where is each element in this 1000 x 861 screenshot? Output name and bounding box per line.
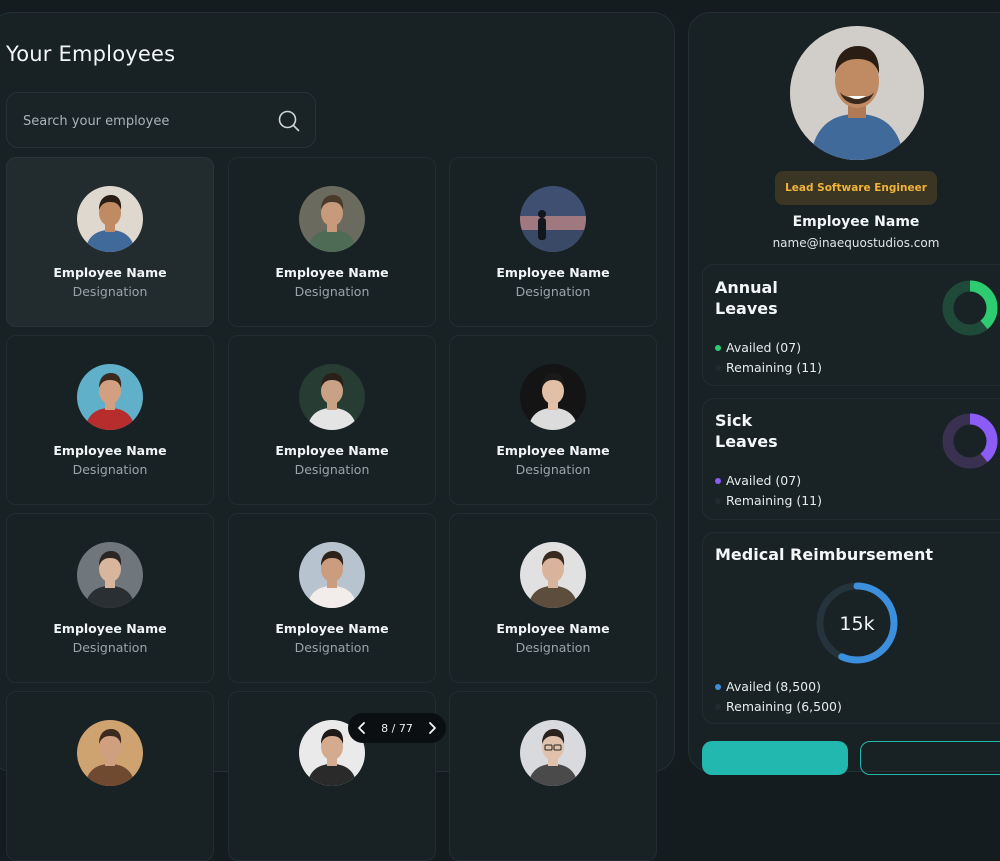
employee-designation: Designation <box>294 640 370 655</box>
employee-name: Employee Name <box>275 443 389 458</box>
person-icon <box>77 720 143 786</box>
employee-avatar <box>299 364 365 430</box>
sick-leaves-card: Sick Leaves Availed (07) Remaining (11) <box>702 398 1000 520</box>
employee-name: Employee Name <box>275 265 389 280</box>
employee-card[interactable]: Employee Name Designation <box>449 157 657 327</box>
employee-avatar <box>520 542 586 608</box>
employee-name: Employee Name <box>53 621 167 636</box>
annual-donut-chart <box>942 280 998 336</box>
employee-card[interactable] <box>6 691 214 861</box>
profile-name: Employee Name <box>792 214 920 230</box>
annual-remaining-text: Remaining (11) <box>726 360 823 375</box>
employee-name: Employee Name <box>275 621 389 636</box>
annual-availed-legend: Availed (07) <box>715 340 801 355</box>
employee-avatar <box>520 364 586 430</box>
medical-availed-text: Availed (8,500) <box>726 679 821 694</box>
silhouette-at-sunset-icon <box>520 186 586 252</box>
employee-designation: Designation <box>294 462 370 477</box>
person-red-sleeves-icon <box>299 542 365 608</box>
employee-designation: Designation <box>72 284 148 299</box>
sick-availed-text: Availed (07) <box>726 473 802 488</box>
medical-remaining-legend: Remaining (6,500) <box>715 699 842 714</box>
employee-avatar <box>77 186 143 252</box>
secondary-action-button[interactable] <box>860 741 1000 775</box>
employee-name: Employee Name <box>496 443 610 458</box>
person-smiling-icon <box>790 26 924 160</box>
profile-email: name@inaequostudios.com <box>772 236 940 250</box>
person-icon <box>299 186 365 252</box>
employee-avatar <box>77 364 143 430</box>
chevron-right-icon[interactable] <box>426 721 438 735</box>
medical-remaining-text: Remaining (6,500) <box>726 699 842 714</box>
medical-reimbursement-card: Medical Reimbursement 15k Availed (8,500… <box>702 532 1000 724</box>
purple-dot-icon <box>715 477 721 484</box>
sick-remaining-legend: Remaining (11) <box>715 493 822 508</box>
person-scarf-icon <box>520 542 586 608</box>
sick-title-line1: Sick <box>715 411 753 430</box>
pagination: 8 / 77 <box>348 713 446 743</box>
medical-value: 15k <box>839 613 874 635</box>
primary-action-button[interactable] <box>702 741 848 775</box>
medical-title: Medical Reimbursement <box>715 545 934 564</box>
annual-leaves-card: Annual Leaves Availed (07) Remaining (11… <box>702 264 1000 386</box>
search-box <box>6 92 316 149</box>
blue-dot-icon <box>715 683 721 690</box>
employee-card[interactable]: Employee Name Designation <box>228 157 436 327</box>
employee-designation: Designation <box>515 462 591 477</box>
person-smiling-icon <box>77 186 143 252</box>
employee-designation: Designation <box>294 284 370 299</box>
employee-name: Employee Name <box>496 621 610 636</box>
employee-card[interactable]: Employee Name Designation <box>228 513 436 683</box>
muted-dot-icon <box>715 703 721 710</box>
profile-avatar <box>790 26 924 160</box>
employee-name: Employee Name <box>53 265 167 280</box>
employee-avatar <box>77 542 143 608</box>
annual-availed-text: Availed (07) <box>726 340 802 355</box>
employee-designation: Designation <box>515 284 591 299</box>
person-curly-hair-icon <box>520 364 586 430</box>
medical-availed-legend: Availed (8,500) <box>715 679 821 694</box>
role-badge: Lead Software Engineer <box>775 171 937 205</box>
annual-leaves-title: Annual Leaves <box>715 277 778 319</box>
employee-avatar <box>77 720 143 786</box>
page-indicator: 8 / 77 <box>381 721 413 735</box>
annual-title-line2: Leaves <box>715 299 778 318</box>
employee-card[interactable]: Employee Name Designation <box>6 513 214 683</box>
employee-name: Employee Name <box>496 265 610 280</box>
employee-designation: Designation <box>72 462 148 477</box>
employee-card[interactable]: Employee Name Designation <box>449 513 657 683</box>
person-white-shirt-icon <box>299 364 365 430</box>
employee-avatar <box>299 542 365 608</box>
sick-remaining-text: Remaining (11) <box>726 493 823 508</box>
green-dot-icon <box>715 344 721 351</box>
sick-title-line2: Leaves <box>715 432 778 451</box>
employee-card[interactable]: Employee Name Designation <box>6 157 214 327</box>
muted-dot-icon <box>715 497 721 504</box>
search-icon[interactable] <box>277 109 301 133</box>
page-title: Your Employees <box>6 42 176 66</box>
annual-remaining-legend: Remaining (11) <box>715 360 822 375</box>
sick-availed-legend: Availed (07) <box>715 473 801 488</box>
person-red-sweater-icon <box>77 364 143 430</box>
employee-card[interactable]: Employee Name Designation <box>228 335 436 505</box>
employee-avatar <box>520 186 586 252</box>
annual-title-line1: Annual <box>715 278 778 297</box>
employee-name: Employee Name <box>53 443 167 458</box>
employee-card[interactable] <box>449 691 657 861</box>
employee-avatar <box>520 720 586 786</box>
person-icon <box>77 542 143 608</box>
sick-leaves-title: Sick Leaves <box>715 410 778 452</box>
employee-avatar <box>299 186 365 252</box>
muted-dot-icon <box>715 364 721 371</box>
search-input[interactable] <box>21 93 275 149</box>
person-glasses-icon <box>520 720 586 786</box>
employee-card[interactable]: Employee Name Designation <box>449 335 657 505</box>
sick-donut-chart <box>942 413 998 469</box>
employee-designation: Designation <box>72 640 148 655</box>
employee-card[interactable]: Employee Name Designation <box>6 335 214 505</box>
chevron-left-icon[interactable] <box>356 721 368 735</box>
employee-designation: Designation <box>515 640 591 655</box>
medical-donut-chart: 15k <box>816 582 898 664</box>
